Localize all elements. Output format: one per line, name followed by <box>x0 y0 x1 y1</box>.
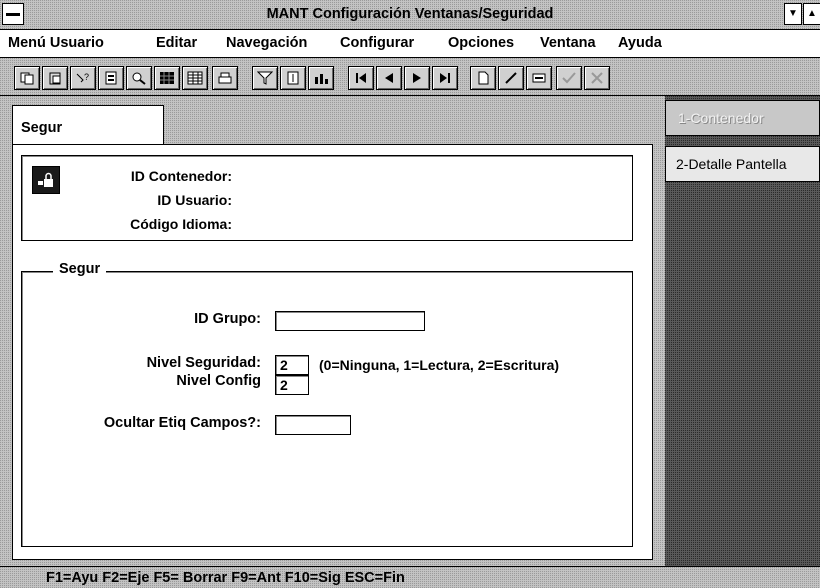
menu-editar[interactable]: Editar <box>156 35 197 51</box>
tab-segur[interactable]: Segur <box>12 105 164 145</box>
svg-text:?: ? <box>84 72 89 82</box>
edit-icon[interactable] <box>498 66 524 90</box>
menu-ayuda[interactable]: Ayuda <box>618 35 662 51</box>
grid-icon[interactable] <box>154 66 180 90</box>
copy-icon[interactable] <box>14 66 40 90</box>
group-id-label: ID Grupo: <box>194 311 261 327</box>
config-level-input[interactable]: 2 <box>275 375 309 395</box>
menu-usuario[interactable]: Menú Usuario <box>8 35 104 51</box>
status-bar: F1=Ayu F2=Eje F5= Borrar F9=Ant F10=Sig … <box>0 566 820 588</box>
security-level-label: Nivel Seguridad: <box>146 355 261 371</box>
paste-icon[interactable] <box>42 66 68 90</box>
help-query-icon[interactable]: ? <box>70 66 96 90</box>
chart-icon[interactable] <box>308 66 334 90</box>
hide-labels-input[interactable] <box>275 415 351 435</box>
accept-icon[interactable] <box>556 66 582 90</box>
last-record-icon[interactable] <box>432 66 458 90</box>
title-bar: MANT Configuración Ventanas/Seguridad ▼ … <box>0 0 820 30</box>
menu-bar: Menú Usuario Editar Navegación Configura… <box>0 30 820 58</box>
side-nav-detalle-pantalla[interactable]: 2-Detalle Pantella <box>665 146 820 182</box>
side-nav-pane: 1-Contenedor 2-Detalle Pantella <box>665 96 820 566</box>
group-id-input[interactable] <box>275 311 425 331</box>
menu-opciones[interactable]: Opciones <box>448 35 514 51</box>
menu-navegacion[interactable]: Navegación <box>226 35 307 51</box>
calendar-icon[interactable] <box>98 66 124 90</box>
first-record-icon[interactable] <box>348 66 374 90</box>
filter-icon[interactable] <box>252 66 278 90</box>
form-panel: ID Contenedor: ID Usuario: Código Idioma… <box>12 144 653 560</box>
minimize-button[interactable]: ▼ <box>784 3 802 25</box>
config-level-label: Nivel Config <box>176 373 261 389</box>
maximize-button[interactable]: ▲ <box>803 3 820 25</box>
delete-icon[interactable] <box>526 66 552 90</box>
security-level-input[interactable]: 2 <box>275 355 309 375</box>
side-nav-contenedor[interactable]: 1-Contenedor <box>665 100 820 136</box>
next-record-icon[interactable] <box>404 66 430 90</box>
menu-configurar[interactable]: Configurar <box>340 35 414 51</box>
menu-ventana[interactable]: Ventana <box>540 35 596 51</box>
main-area: Segur ID Contenedor: ID Usuario: Código … <box>0 96 820 566</box>
prev-record-icon[interactable] <box>376 66 402 90</box>
table-icon[interactable] <box>182 66 208 90</box>
hide-labels-label: Ocultar Etiq Campos?: <box>103 415 261 431</box>
list-icon[interactable] <box>280 66 306 90</box>
zoom-icon[interactable] <box>126 66 152 90</box>
toolbar: ? <box>0 58 820 96</box>
new-icon[interactable] <box>470 66 496 90</box>
cancel-icon[interactable] <box>584 66 610 90</box>
security-level-hint: (0=Ninguna, 1=Lectura, 2=Escritura) <box>319 357 560 373</box>
window-title: MANT Configuración Ventanas/Seguridad <box>266 6 554 22</box>
status-text: F1=Ayu F2=Eje F5= Borrar F9=Ant F10=Sig … <box>46 570 405 586</box>
print-icon[interactable] <box>212 66 238 90</box>
